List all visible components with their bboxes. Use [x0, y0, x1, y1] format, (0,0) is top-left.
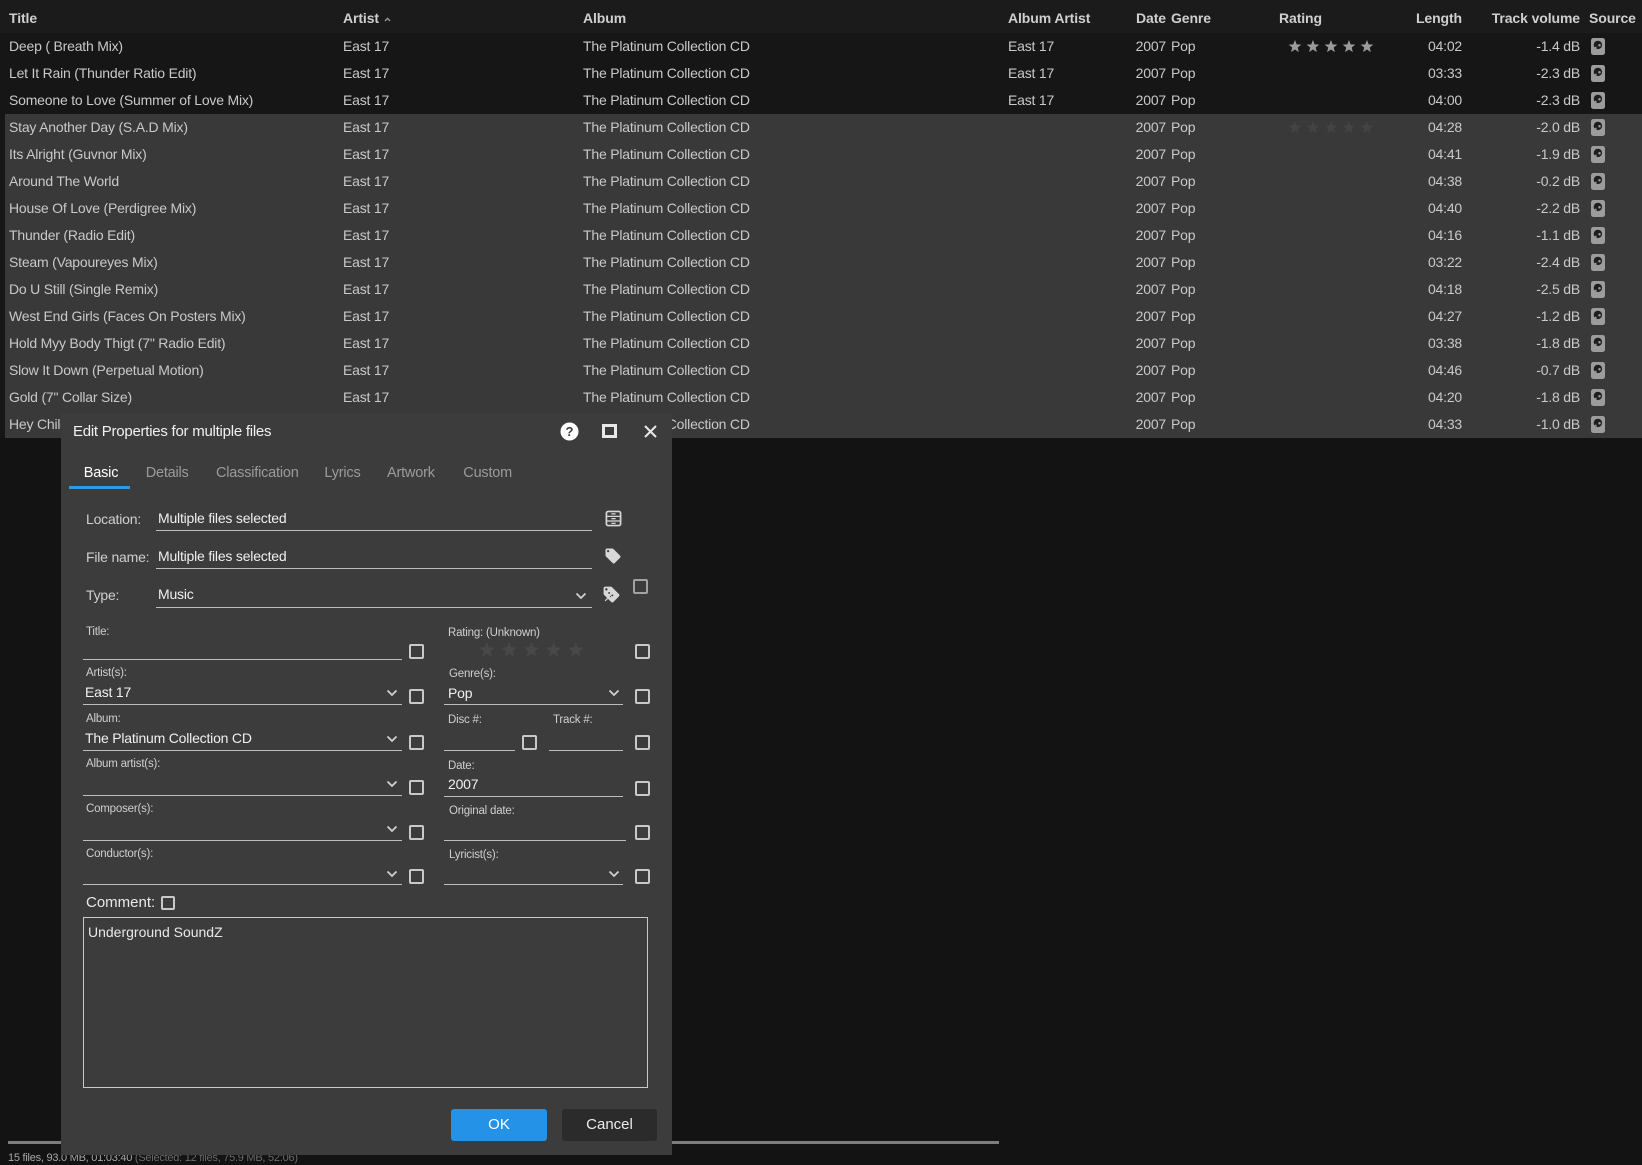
- svg-text:?: ?: [566, 424, 574, 439]
